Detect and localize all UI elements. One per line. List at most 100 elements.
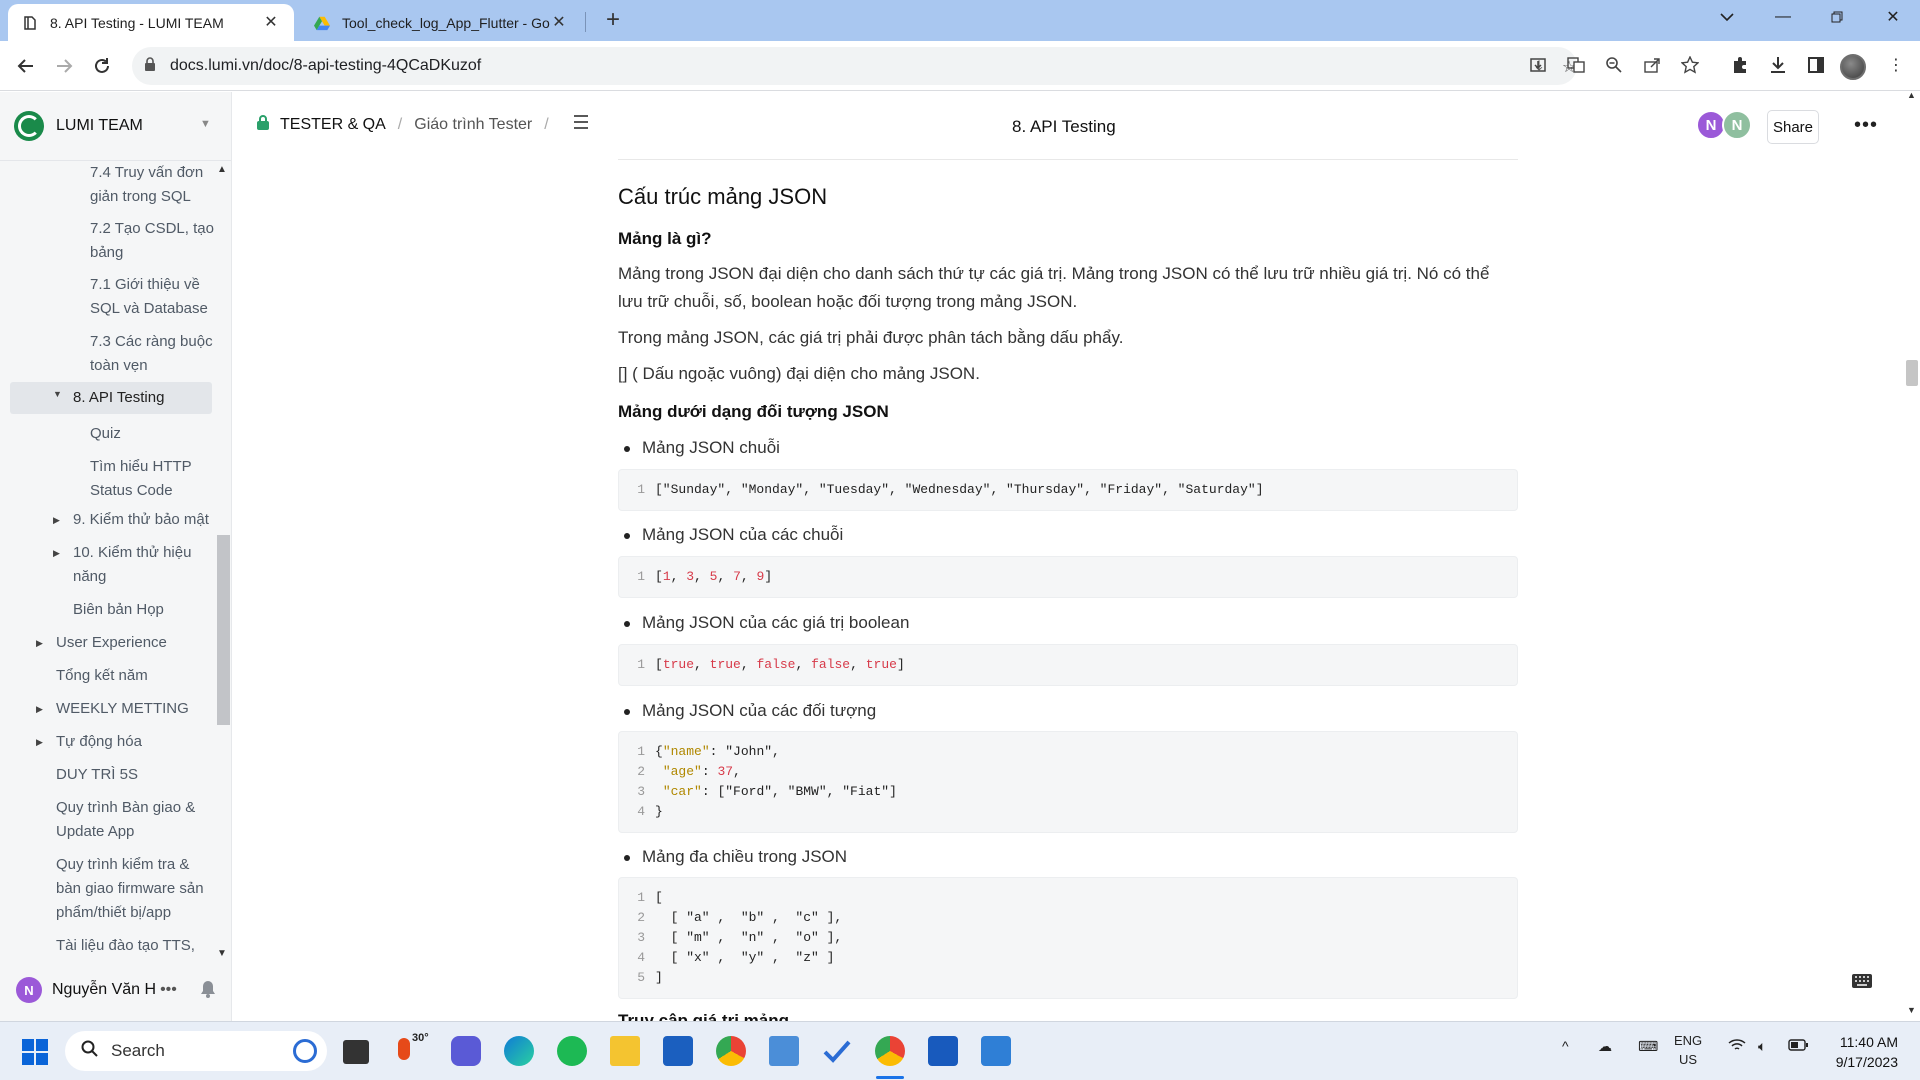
forward-icon[interactable] (48, 50, 80, 82)
toc-menu-icon[interactable] (573, 115, 589, 134)
restore-icon[interactable] (1814, 0, 1860, 34)
sidebar-item-sql-intro[interactable]: 7.1 Giới thiệu về SQL và Database (90, 273, 208, 321)
sidebar-item-sql-query[interactable]: 7.4 Truy vấn đơn giản trong SQL (90, 161, 203, 209)
translate-icon[interactable] (1562, 51, 1590, 79)
taskbar-search[interactable]: Search (65, 1031, 327, 1071)
sidebar-item-firmware-process[interactable]: Quy trình kiểm tra & bàn giao firmware sả… (56, 853, 204, 925)
avatar[interactable]: N (1722, 110, 1752, 140)
chrome-icon[interactable] (716, 1036, 746, 1066)
star-icon[interactable] (1676, 51, 1704, 79)
sidebar-item-performance-testing[interactable]: ▶ 10. Kiểm thử hiệu năng (53, 541, 191, 589)
sidebar-scrollbar-thumb[interactable] (217, 535, 230, 725)
reload-icon[interactable] (86, 50, 118, 82)
zoom-icon[interactable] (1600, 51, 1628, 79)
back-icon[interactable] (10, 50, 42, 82)
battery-icon[interactable] (1788, 1038, 1808, 1054)
expand-right-icon[interactable]: ▶ (36, 697, 43, 721)
sidebar-item-meeting-minutes[interactable]: Biên bản Họp (73, 598, 164, 622)
close-window-icon[interactable]: ✕ (1870, 0, 1916, 34)
expand-right-icon[interactable]: ▶ (53, 541, 60, 565)
close-tab-icon[interactable]: ✕ (550, 14, 568, 32)
sidebar-item-quiz[interactable]: Quiz (90, 422, 121, 446)
sidebar-item-security-testing[interactable]: ▶ 9. Kiểm thử bảo mật (53, 508, 209, 532)
expand-right-icon[interactable]: ▶ (36, 730, 43, 754)
sidebar-item-5s[interactable]: DUY TRÌ 5S (56, 763, 138, 787)
scroll-down-icon[interactable]: ▼ (217, 948, 227, 959)
expand-right-icon[interactable]: ▶ (53, 508, 60, 532)
onedrive-icon[interactable]: ☁ (1598, 1038, 1612, 1055)
spotify-icon[interactable] (557, 1036, 587, 1066)
expand-right-icon[interactable]: ▶ (36, 631, 43, 655)
more-options-icon[interactable]: ••• (1854, 114, 1878, 137)
minimize-icon[interactable]: — (1760, 0, 1806, 34)
user-more-icon[interactable]: ••• (160, 981, 177, 999)
scroll-up-icon[interactable]: ▲ (217, 164, 227, 175)
breadcrumb-separator: / (544, 115, 549, 133)
todo-check-icon[interactable] (822, 1036, 852, 1066)
menu-kebab-icon[interactable]: ⋮ (1882, 51, 1910, 79)
bing-icon[interactable] (293, 1039, 317, 1063)
breadcrumb-collection[interactable]: TESTER & QA (280, 116, 386, 134)
breadcrumb-separator: / (397, 115, 403, 133)
tab-api-testing[interactable]: 8. API Testing - LUMI TEAM ✕ (8, 4, 294, 41)
edge-icon[interactable] (504, 1036, 534, 1066)
new-tab-button[interactable]: + (598, 6, 628, 36)
code-block[interactable]: 1 [true, true, false, false, true] (618, 644, 1518, 686)
code-block[interactable]: 1[ 2 [ "a" , "b" , "c" ], 3 [ "m" , "n" … (618, 877, 1518, 999)
side-panel-icon[interactable] (1802, 51, 1830, 79)
share-page-icon[interactable] (1638, 51, 1666, 79)
avatar: N (16, 977, 42, 1003)
downloads-icon[interactable] (1764, 51, 1792, 79)
tab-google-drive[interactable]: Tool_check_log_App_Flutter - Goo ✕ (300, 4, 582, 41)
download-page-icon[interactable] (1524, 51, 1552, 79)
system-clock[interactable]: 11:40 AM 9/17/2023 (1828, 1032, 1898, 1072)
tab-search-icon[interactable] (1704, 0, 1750, 34)
code-block[interactable]: 1 ["Sunday", "Monday", "Tuesday", "Wednes… (618, 469, 1518, 511)
store-icon[interactable] (663, 1036, 693, 1066)
keyboard-shortcuts-icon[interactable] (1852, 974, 1874, 990)
wifi-icon[interactable] (1728, 1038, 1746, 1055)
breadcrumb-parent[interactable]: Giáo trình Tester (414, 116, 532, 134)
word-icon[interactable] (928, 1036, 958, 1066)
sidebar-item-automation[interactable]: ▶ Tự động hóa (36, 730, 142, 754)
chrome-active-icon[interactable] (875, 1036, 905, 1066)
sidebar-item-create-db[interactable]: 7.2 Tạo CSDL, tạo bảng (90, 217, 214, 265)
close-tab-icon[interactable]: ✕ (262, 14, 280, 32)
sidebar-item-training-docs[interactable]: Tài liệu đào tạo TTS, (56, 934, 195, 958)
collaborator-avatars[interactable]: N N (1696, 110, 1752, 140)
sidebar-item-constraints[interactable]: 7.3 Các ràng buộc toàn vẹn (90, 330, 213, 378)
tray-overflow-icon[interactable]: ^ (1562, 1038, 1569, 1054)
weather-widget[interactable]: 30° (398, 1032, 429, 1065)
task-view-icon[interactable] (343, 1040, 369, 1064)
sidebar-item-api-testing[interactable]: ▼ 8. API Testing (10, 382, 212, 414)
sidebar-item-weekly-metting[interactable]: ▶ WEEKLY METTING (36, 697, 189, 721)
page-scrollbar[interactable]: ▲ ▼ (1904, 90, 1920, 1021)
photos-icon[interactable] (769, 1036, 799, 1066)
sidebar-item-handover-process[interactable]: Quy trình Bàn giao & Update App (56, 796, 195, 844)
file-explorer-icon[interactable] (610, 1036, 640, 1066)
code-block[interactable]: 1 [1, 3, 5, 7, 9] (618, 556, 1518, 598)
workspace-caret-icon[interactable]: ▼ (200, 118, 211, 130)
sidebar-item-user-experience[interactable]: ▶ User Experience (36, 631, 167, 655)
scroll-up-icon[interactable]: ▲ (1907, 90, 1916, 100)
profile-avatar[interactable] (1840, 54, 1866, 80)
page-scrollbar-thumb[interactable] (1906, 360, 1918, 386)
address-bar[interactable]: docs.lumi.vn/doc/8-api-testing-4QCaDKuzo… (132, 47, 1577, 85)
share-button[interactable]: Share (1767, 110, 1819, 144)
current-user[interactable]: N Nguyễn Văn H ••• (16, 977, 177, 1003)
expand-down-icon[interactable]: ▼ (53, 382, 62, 406)
whiteboard-icon[interactable] (981, 1036, 1011, 1066)
language-indicator[interactable]: ENG US (1674, 1031, 1702, 1069)
bell-icon[interactable] (200, 980, 218, 1000)
keyboard-icon[interactable]: ⌨ (1638, 1038, 1658, 1055)
windows-start-icon[interactable] (22, 1039, 48, 1070)
extensions-icon[interactable] (1726, 51, 1754, 79)
search-placeholder: Search (111, 1041, 165, 1060)
sidebar-item-year-summary[interactable]: Tổng kết năm (56, 664, 148, 688)
code-block[interactable]: 1 {"name": "John", 2 "age": 37, 3 "car": … (618, 731, 1518, 833)
workspace-switcher[interactable]: LUMI TEAM (14, 111, 143, 141)
scroll-down-icon[interactable]: ▼ (1907, 1005, 1916, 1015)
sidebar-item-http-status[interactable]: Tìm hiểu HTTP Status Code (90, 455, 192, 503)
volume-icon[interactable]: 🔈︎ (1758, 1038, 1766, 1055)
meet-icon[interactable] (451, 1036, 481, 1066)
